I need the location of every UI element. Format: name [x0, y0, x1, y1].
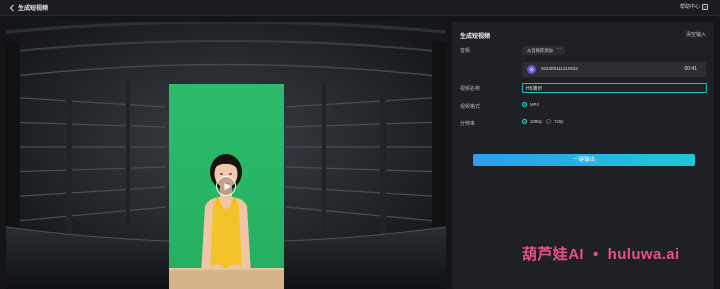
format-option-mp4[interactable]: MP4: [522, 102, 539, 107]
audio-file-card[interactable]: 202308111210632 00:41: [522, 62, 706, 77]
help-center-link[interactable]: 帮助中心 ?: [680, 3, 708, 10]
resolution-option-label: 720p: [554, 119, 564, 124]
watermark-separator: •: [593, 246, 599, 263]
radio-unselected-icon: [546, 119, 551, 124]
clear-input-button[interactable]: 清空输入: [686, 31, 706, 38]
avatar-video: [169, 84, 284, 289]
play-icon: [224, 182, 231, 190]
back-button[interactable]: 生成短视频: [9, 3, 48, 12]
audio-file-name: 202308111210632: [541, 66, 578, 71]
audio-duration: 00:41: [684, 66, 697, 72]
radio-selected-icon: [522, 102, 527, 107]
resolution-option-label: 1080p: [530, 119, 542, 124]
audio-more-button[interactable]: ···: [553, 46, 565, 55]
radio-selected-icon: [522, 119, 527, 124]
one-click-export-button[interactable]: 一键输出: [473, 154, 695, 166]
chevron-left-icon: [9, 4, 14, 11]
help-label: 帮助中心: [679, 4, 700, 10]
top-bar: 生成短视频 帮助中心 ?: [0, 0, 720, 16]
format-option-label: MP4: [530, 102, 539, 107]
resolution-option-720p[interactable]: 720p: [546, 119, 564, 124]
watermark-domain: huluwa.ai: [607, 246, 680, 263]
preview-stage: [6, 22, 446, 289]
question-icon: ?: [702, 3, 708, 10]
video-format-label: 视频格式: [460, 104, 481, 110]
audio-file-icon: [527, 65, 536, 74]
resolution-label: 分辨率: [460, 121, 476, 127]
resolution-option-1080p[interactable]: 1080p: [522, 119, 542, 124]
play-button[interactable]: [216, 176, 236, 196]
page-title: 生成短视频: [18, 6, 49, 12]
watermark: 葫芦娃AI • huluwa.ai: [522, 243, 680, 264]
panel-title: 生成短视频: [460, 34, 491, 40]
watermark-brand: 葫芦娃AI: [522, 246, 585, 263]
video-name-input[interactable]: [522, 83, 707, 93]
audio-label: 音频: [460, 48, 471, 54]
video-name-label: 视频名称: [460, 86, 481, 92]
